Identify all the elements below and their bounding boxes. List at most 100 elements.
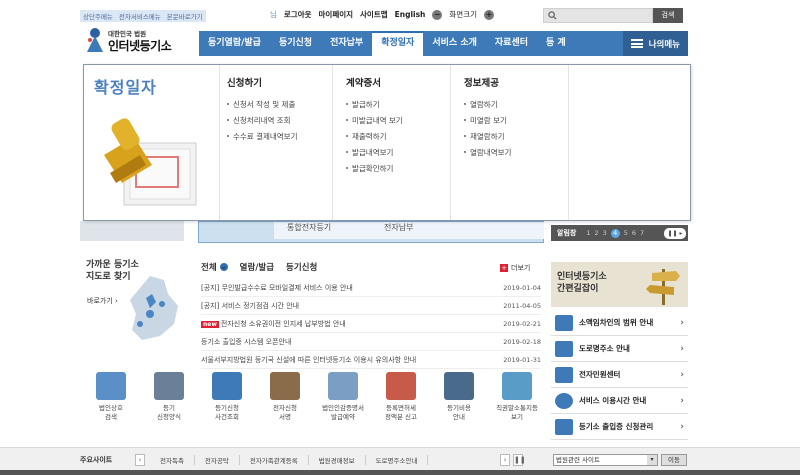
mypage-link[interactable]: 마이페이지: [319, 9, 354, 20]
menu-item[interactable]: 발급확인하기: [346, 163, 403, 174]
nav-registry-apply[interactable]: 등기신청: [270, 31, 321, 56]
sitemap-link[interactable]: 사이트맵: [360, 9, 388, 20]
menu-item[interactable]: 열람내역보기: [464, 147, 511, 158]
banner-left-text[interactable]: 통합전자등기: [287, 222, 331, 233]
search-input[interactable]: [543, 8, 653, 23]
nav-resource-center[interactable]: 자료센터: [486, 31, 537, 56]
footer-site[interactable]: 도로명주소안내: [366, 455, 429, 465]
chevron-right-icon: ›: [680, 343, 684, 354]
signpost-icon: [646, 269, 680, 305]
nav-epayment[interactable]: 전자납부: [321, 31, 372, 56]
notice-date: 2019-02-21: [503, 319, 541, 328]
notice-item[interactable]: [공지] 서비스 정기점검 시간 안내 2011-04-05: [201, 297, 541, 315]
quick-corp-name-search[interactable]: 법인상호 검색: [82, 372, 140, 422]
next-arrow-icon[interactable]: ›: [500, 454, 510, 466]
skip-link-content[interactable]: 본문바로가기: [167, 11, 203, 21]
logout-link[interactable]: 로그아웃: [284, 9, 312, 20]
menu-item[interactable]: 미열람 보기: [464, 115, 511, 126]
quick-e-signature[interactable]: 전자신청 서명: [256, 372, 314, 422]
notice-date: 2019-01-04: [503, 283, 541, 292]
hamburger-icon: [630, 39, 643, 48]
quick-label: 법인인감증명서 발급예약: [322, 404, 364, 421]
alarm-page[interactable]: 3: [603, 229, 607, 237]
quick-license-tax[interactable]: 등록면허세 정액분 신고: [372, 372, 430, 422]
search-button[interactable]: 검색: [653, 8, 683, 23]
quick-deletion-notice[interactable]: 직권말소통지등 보기: [488, 372, 546, 422]
alarm-pause-next-control[interactable]: ❚❚ ▸: [664, 227, 686, 239]
bottom-bar: [0, 470, 800, 475]
notice-item[interactable]: 서울서부지방법원 등기국 신설에 따른 인터넷등기소 이용시 유의사항 안내 2…: [201, 351, 541, 369]
footer-site[interactable]: 전자공탁: [195, 455, 240, 465]
alarm-page[interactable]: 2: [594, 229, 598, 237]
notice-item[interactable]: [공지] 무인발급수수료 모바일결제 서비스 이용 안내 2019-01-04: [201, 279, 541, 297]
go-button[interactable]: 이동: [661, 454, 687, 466]
english-link[interactable]: English: [395, 10, 426, 19]
menu-item[interactable]: 미발급내역 보기: [346, 115, 403, 126]
footer-site[interactable]: 법원경매정보: [309, 455, 366, 465]
notice-tabs: 전체 ⌄ 열람/발급 등기신청: [201, 261, 317, 273]
menu-item[interactable]: 재열람하기: [464, 131, 511, 142]
notice-item[interactable]: 등기소 출입증 시스템 오픈안내 2019-02-18: [201, 333, 541, 351]
banner-right-text[interactable]: 전자납부: [384, 222, 413, 233]
question-icon: [444, 372, 474, 400]
menu-item[interactable]: 수수료 결제내역보기: [227, 131, 297, 142]
map-shortcut-link[interactable]: 바로가기 ›: [87, 296, 118, 306]
fixed-date-dropdown: 확정일자 신청하기 신청서 작성 및 제출 신청처리내역 조회 수수료 결제내역…: [83, 64, 691, 221]
guide-banner[interactable]: 인터넷등기소 간편길잡이: [551, 262, 688, 307]
side-link-small-tenant[interactable]: 소액임차인의 범위 안내 ›: [551, 310, 688, 336]
quick-label: 등기신청 사건조회: [215, 404, 239, 421]
alarm-page-active[interactable]: 4: [610, 228, 620, 238]
footer-site[interactable]: 전자가족관계등록: [240, 455, 309, 465]
footer-site[interactable]: 전자독촉: [150, 455, 195, 465]
nav-registry-view[interactable]: 등기열람/발급: [199, 31, 270, 56]
korea-map-icon[interactable]: [120, 274, 185, 344]
menu-item[interactable]: 열람하기: [464, 99, 511, 110]
side-link-label: 등기소 출입증 신청관리: [579, 422, 654, 431]
side-link-e-civil[interactable]: 전자민원센터 ›: [551, 362, 688, 388]
quick-registry-forms[interactable]: 등기 신청양식: [140, 372, 198, 422]
nav-fixed-date[interactable]: 확정일자: [372, 31, 424, 56]
alarm-page[interactable]: 1: [586, 229, 590, 237]
tab-registry-apply[interactable]: 등기신청: [286, 261, 317, 273]
main-nav: 등기열람/발급 등기신청 전자납부 확정일자 서비스 소개 자료센터 등 계 나…: [199, 31, 688, 56]
tab-all[interactable]: 전체 ⌄: [201, 261, 228, 273]
menu-item[interactable]: 발급하기: [346, 99, 403, 110]
alarm-page[interactable]: 6: [632, 229, 636, 237]
related-site-select[interactable]: 법원관련 사이트 ▾: [553, 454, 658, 466]
menu-item[interactable]: 신청처리내역 조회: [227, 115, 297, 126]
my-menu-button[interactable]: 나의메뉴: [622, 31, 688, 56]
menu-item[interactable]: 발급내역보기: [346, 147, 403, 158]
alarm-page[interactable]: 5: [624, 229, 628, 237]
guide-line2: 간편길잡이: [557, 284, 599, 294]
quick-case-lookup[interactable]: 등기신청 사건조회: [198, 372, 256, 422]
prev-arrow-icon[interactable]: ‹: [135, 454, 145, 466]
quick-label: 등기비용 안내: [447, 404, 471, 421]
skip-link-eservice[interactable]: 전자서비스메뉴: [119, 11, 161, 21]
notice-item[interactable]: new 전자신청 소유권이전 인지세 납부방법 안내 2019-02-21: [201, 315, 541, 333]
alarm-page[interactable]: 7: [640, 229, 644, 237]
tab-view-issue[interactable]: 열람/발급: [240, 261, 274, 273]
dropdown-column-apply: 신청하기 신청서 작성 및 제출 신청처리내역 조회 수수료 결제내역보기: [227, 75, 297, 147]
nav-service-intro[interactable]: 서비스 소개: [423, 31, 486, 56]
skip-link-top-menu[interactable]: 상단주메뉴: [83, 11, 113, 21]
quick-fee-guide[interactable]: 등기비용 안내: [430, 372, 488, 422]
clock-icon: [555, 392, 573, 409]
browser-window-icon: [212, 372, 242, 400]
side-link-access-card[interactable]: 등기소 출입증 신청관리 ›: [551, 414, 688, 440]
nav-statistics[interactable]: 등 계: [537, 31, 575, 56]
site-logo[interactable]: 대한민국 법원 인터넷등기소: [84, 26, 194, 58]
alarm-bar: 알림창 1 2 3 4 5 6 7 ❚❚ ▸: [551, 225, 688, 241]
utility-links: 상단주메뉴 전자서비스메뉴 본문바로가기: [80, 10, 206, 22]
menu-item[interactable]: 신청서 작성 및 제출: [227, 99, 297, 110]
more-label: 더보기: [511, 264, 531, 272]
stamp-illustration-icon: [104, 118, 197, 206]
zoom-in-button[interactable]: +: [484, 9, 495, 20]
zoom-out-button[interactable]: −: [432, 9, 443, 20]
menu-item[interactable]: 재출력하기: [346, 131, 403, 142]
notice-title: 등기소 출입증 시스템 오픈안내: [201, 337, 292, 346]
side-link-road-address[interactable]: 도로명주소 안내 ›: [551, 336, 688, 362]
pause-icon[interactable]: ❚❚: [513, 454, 526, 466]
quick-seal-reservation[interactable]: 법인인감증명서 발급예약: [314, 372, 372, 422]
side-link-service-hours[interactable]: 서비스 이용시간 안내 ›: [551, 388, 688, 414]
more-link[interactable]: + 더보기: [500, 263, 530, 273]
